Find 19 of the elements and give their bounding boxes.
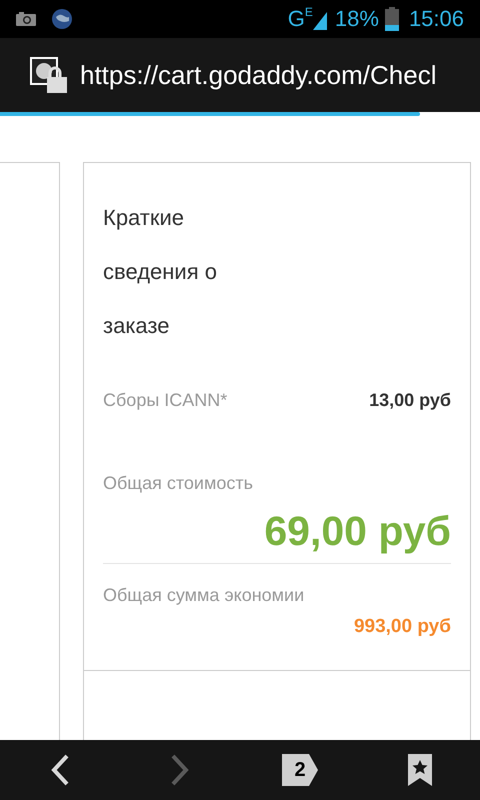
total-label: Общая стоимость [103,472,254,495]
url-field[interactable]: https://cart.godaddy.com/Checl [80,56,436,94]
clock: 15:06 [408,8,464,30]
bookmark-star-icon [408,754,432,786]
fee-amount: 13,00 руб [369,389,451,412]
savings-label: Общая сумма экономии [103,584,306,607]
battery-icon [384,7,399,31]
globe-icon [52,9,72,29]
network-type: G [288,8,305,30]
summary-title: Краткие сведения о заказе [103,204,218,340]
network-subtype: E [304,6,313,18]
secure-site-icon[interactable] [30,57,68,93]
tabs-button[interactable]: 2 [282,754,318,786]
battery-percent: 18% [334,8,379,30]
camera-icon [16,12,36,26]
savings-amount: 993,00 руб [352,615,451,639]
bookmarks-button[interactable] [408,754,432,786]
fee-label: Сборы ICANN* [103,389,228,412]
total-amount: 69,00 руб [263,507,451,555]
